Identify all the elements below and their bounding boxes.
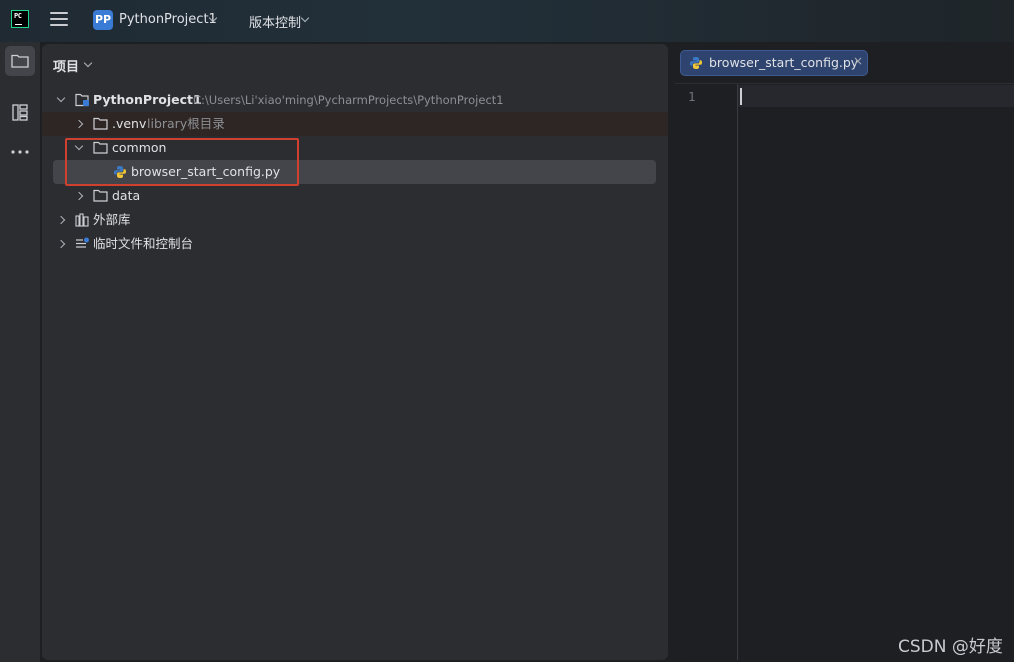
- tree-label: data: [112, 188, 141, 203]
- pycharm-logo-icon: PC: [11, 10, 29, 28]
- more-tools-button[interactable]: [5, 137, 35, 167]
- folder-icon: [11, 54, 29, 68]
- tool-window-strip: [0, 42, 40, 662]
- watermark: CSDN @好度: [898, 637, 1003, 657]
- project-panel: 项目 PythonProject1 C:\Users\Li'xiao'ming\…: [42, 44, 668, 660]
- project-name-menu[interactable]: PythonProject1: [119, 12, 217, 27]
- editor-tab-bar: browser_start_config.py ×: [675, 44, 1014, 84]
- annotation-highlight-box: [65, 138, 299, 186]
- vcs-chevron-down-icon[interactable]: [300, 13, 310, 23]
- tree-label: .venv: [112, 116, 147, 131]
- editor-area[interactable]: browser_start_config.py × 1: [675, 44, 1014, 660]
- project-tool-button[interactable]: [5, 46, 35, 76]
- tab-label: browser_start_config.py: [709, 55, 859, 70]
- app-logo-text: PC: [14, 12, 22, 20]
- structure-icon: [12, 104, 28, 121]
- panel-title[interactable]: 项目: [53, 56, 79, 75]
- folder-icon: [93, 189, 108, 202]
- close-icon[interactable]: ×: [853, 54, 863, 68]
- structure-tool-button[interactable]: [5, 97, 35, 127]
- tree-label: 外部库: [93, 212, 131, 227]
- tree-row-venv[interactable]: .venv library根目录: [42, 112, 668, 136]
- expand-chevron-icon[interactable]: [56, 215, 66, 225]
- tree-row-project-root[interactable]: PythonProject1 C:\Users\Li'xiao'ming\Pyc…: [42, 88, 668, 112]
- expand-chevron-icon[interactable]: [56, 239, 66, 249]
- tree-row-scratches[interactable]: 临时文件和控制台: [42, 232, 668, 256]
- main-menu-button[interactable]: [50, 12, 68, 28]
- scratches-icon: [76, 237, 89, 248]
- folder-icon: [93, 117, 108, 130]
- library-icon: [75, 213, 89, 227]
- expand-chevron-icon[interactable]: [74, 119, 84, 129]
- more-icon: [11, 150, 29, 154]
- tree-label: 临时文件和控制台: [93, 236, 194, 251]
- text-caret: [740, 88, 742, 105]
- module-folder-icon: [75, 93, 89, 107]
- title-bar: PC PP PythonProject1 版本控制: [0, 0, 1014, 42]
- vcs-menu[interactable]: 版本控制: [249, 12, 301, 31]
- expand-chevron-icon[interactable]: [74, 191, 84, 201]
- current-line-highlight: [738, 85, 1014, 107]
- python-file-icon: [690, 57, 702, 69]
- tree-row-external-libraries[interactable]: 外部库: [42, 208, 668, 232]
- tree-hint-path: C:\Users\Li'xiao'ming\PycharmProjects\Py…: [193, 93, 504, 107]
- expand-chevron-icon[interactable]: [56, 93, 66, 103]
- line-number: 1: [688, 89, 696, 104]
- project-badge[interactable]: PP: [93, 10, 113, 30]
- panel-title-chevron-down-icon[interactable]: [83, 58, 93, 68]
- tree-hint: library根目录: [147, 116, 225, 131]
- line-gutter: [675, 84, 738, 660]
- editor-tab-browser-start-config[interactable]: browser_start_config.py ×: [680, 50, 868, 76]
- tree-row-data[interactable]: data: [42, 184, 668, 208]
- tree-label: PythonProject1: [93, 92, 202, 107]
